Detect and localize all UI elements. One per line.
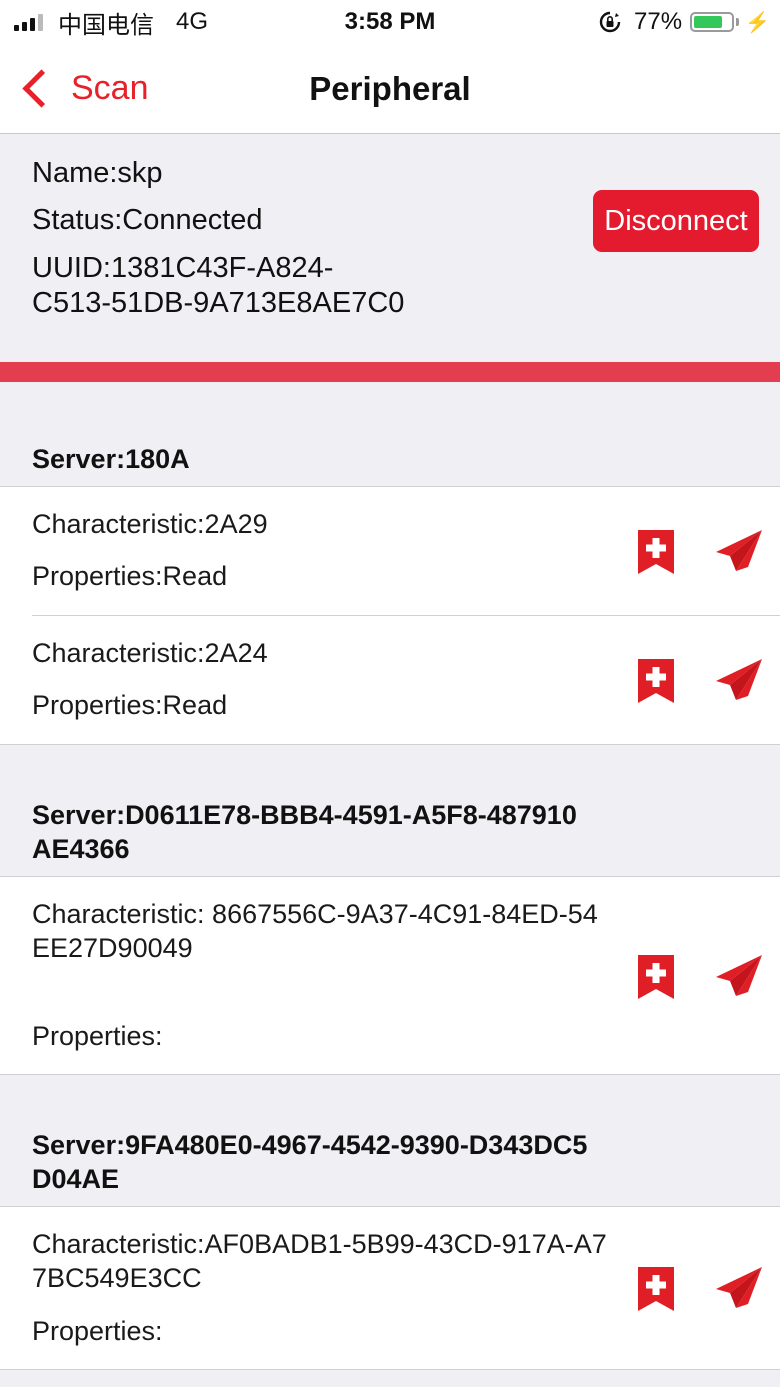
service-characteristics: Characteristic: 8667556C-9A37-4C91-84ED-… <box>0 876 780 1075</box>
battery-percent: 77% <box>634 8 683 35</box>
device-uuid-line1: UUID:1381C43F-A824- <box>32 252 334 284</box>
status-right: 77% ⚡ <box>598 8 770 36</box>
characteristic-id: Characteristic: 8667556C-9A37-4C91-84ED-… <box>32 899 598 963</box>
characteristic-properties: Properties: <box>32 1316 163 1346</box>
bookmark-plus-icon[interactable] <box>636 657 676 705</box>
service-characteristics: Characteristic:AF0BADB1-5B99-43CD-917A-A… <box>0 1206 780 1370</box>
characteristic-id: Characteristic:2A29 <box>32 509 268 539</box>
navigation-bar: Scan Peripheral <box>0 44 780 134</box>
connection-banner <box>0 362 780 382</box>
charging-bolt-icon: ⚡ <box>745 11 770 34</box>
service-header: Server:180A <box>0 382 780 486</box>
service-title: Server:180A <box>32 444 190 474</box>
paper-plane-icon[interactable] <box>714 656 764 704</box>
characteristic-properties: Properties:Read <box>32 690 228 720</box>
battery-icon <box>690 12 735 32</box>
rotation-lock-icon <box>599 11 621 33</box>
service-characteristics: Characteristic:2A29 Properties:Read Char… <box>0 486 780 745</box>
bookmark-plus-icon[interactable] <box>636 953 676 1001</box>
characteristic-properties: Properties:Read <box>32 561 228 591</box>
device-uuid-line2: C513-51DB-9A713E8AE7C0 <box>32 287 405 319</box>
service-title: Server:9FA480E0-4967-4542-9390-D343DC5D0… <box>32 1130 588 1194</box>
page-title: Peripheral <box>309 70 471 107</box>
bookmark-plus-icon[interactable] <box>636 1265 676 1313</box>
characteristic-properties: Properties: <box>32 1021 163 1051</box>
characteristic-row[interactable]: Characteristic:2A29 Properties:Read <box>0 487 780 616</box>
device-name: Name:skp <box>32 157 163 189</box>
paper-plane-icon[interactable] <box>714 1264 764 1312</box>
characteristic-row[interactable]: Characteristic:2A24 Properties:Read <box>0 616 780 745</box>
device-status: Status:Connected <box>32 204 263 236</box>
service-header: Server:9FA480E0-4967-4542-9390-D343DC5D0… <box>0 1075 780 1206</box>
characteristic-row[interactable]: Characteristic: 8667556C-9A37-4C91-84ED-… <box>0 877 780 1075</box>
characteristic-row[interactable]: Characteristic:AF0BADB1-5B99-43CD-917A-A… <box>0 1207 780 1370</box>
disconnect-button[interactable]: Disconnect <box>593 190 759 252</box>
service-title: Server:D0611E78-BBB4-4591-A5F8-487910AE4… <box>32 800 577 864</box>
bookmark-plus-icon[interactable] <box>636 528 676 576</box>
characteristic-id: Characteristic:2A24 <box>32 638 268 668</box>
device-info-panel: Name:skp Status:Connected UUID:1381C43F-… <box>0 134 780 362</box>
status-bar: 中国电信 4G 3:58 PM 77% ⚡ <box>0 0 780 44</box>
paper-plane-icon[interactable] <box>714 527 764 575</box>
paper-plane-icon[interactable] <box>714 952 764 1000</box>
service-header: Server:D0611E78-BBB4-4591-A5F8-487910AE4… <box>0 745 780 876</box>
characteristic-id: Characteristic:AF0BADB1-5B99-43CD-917A-A… <box>32 1229 607 1293</box>
